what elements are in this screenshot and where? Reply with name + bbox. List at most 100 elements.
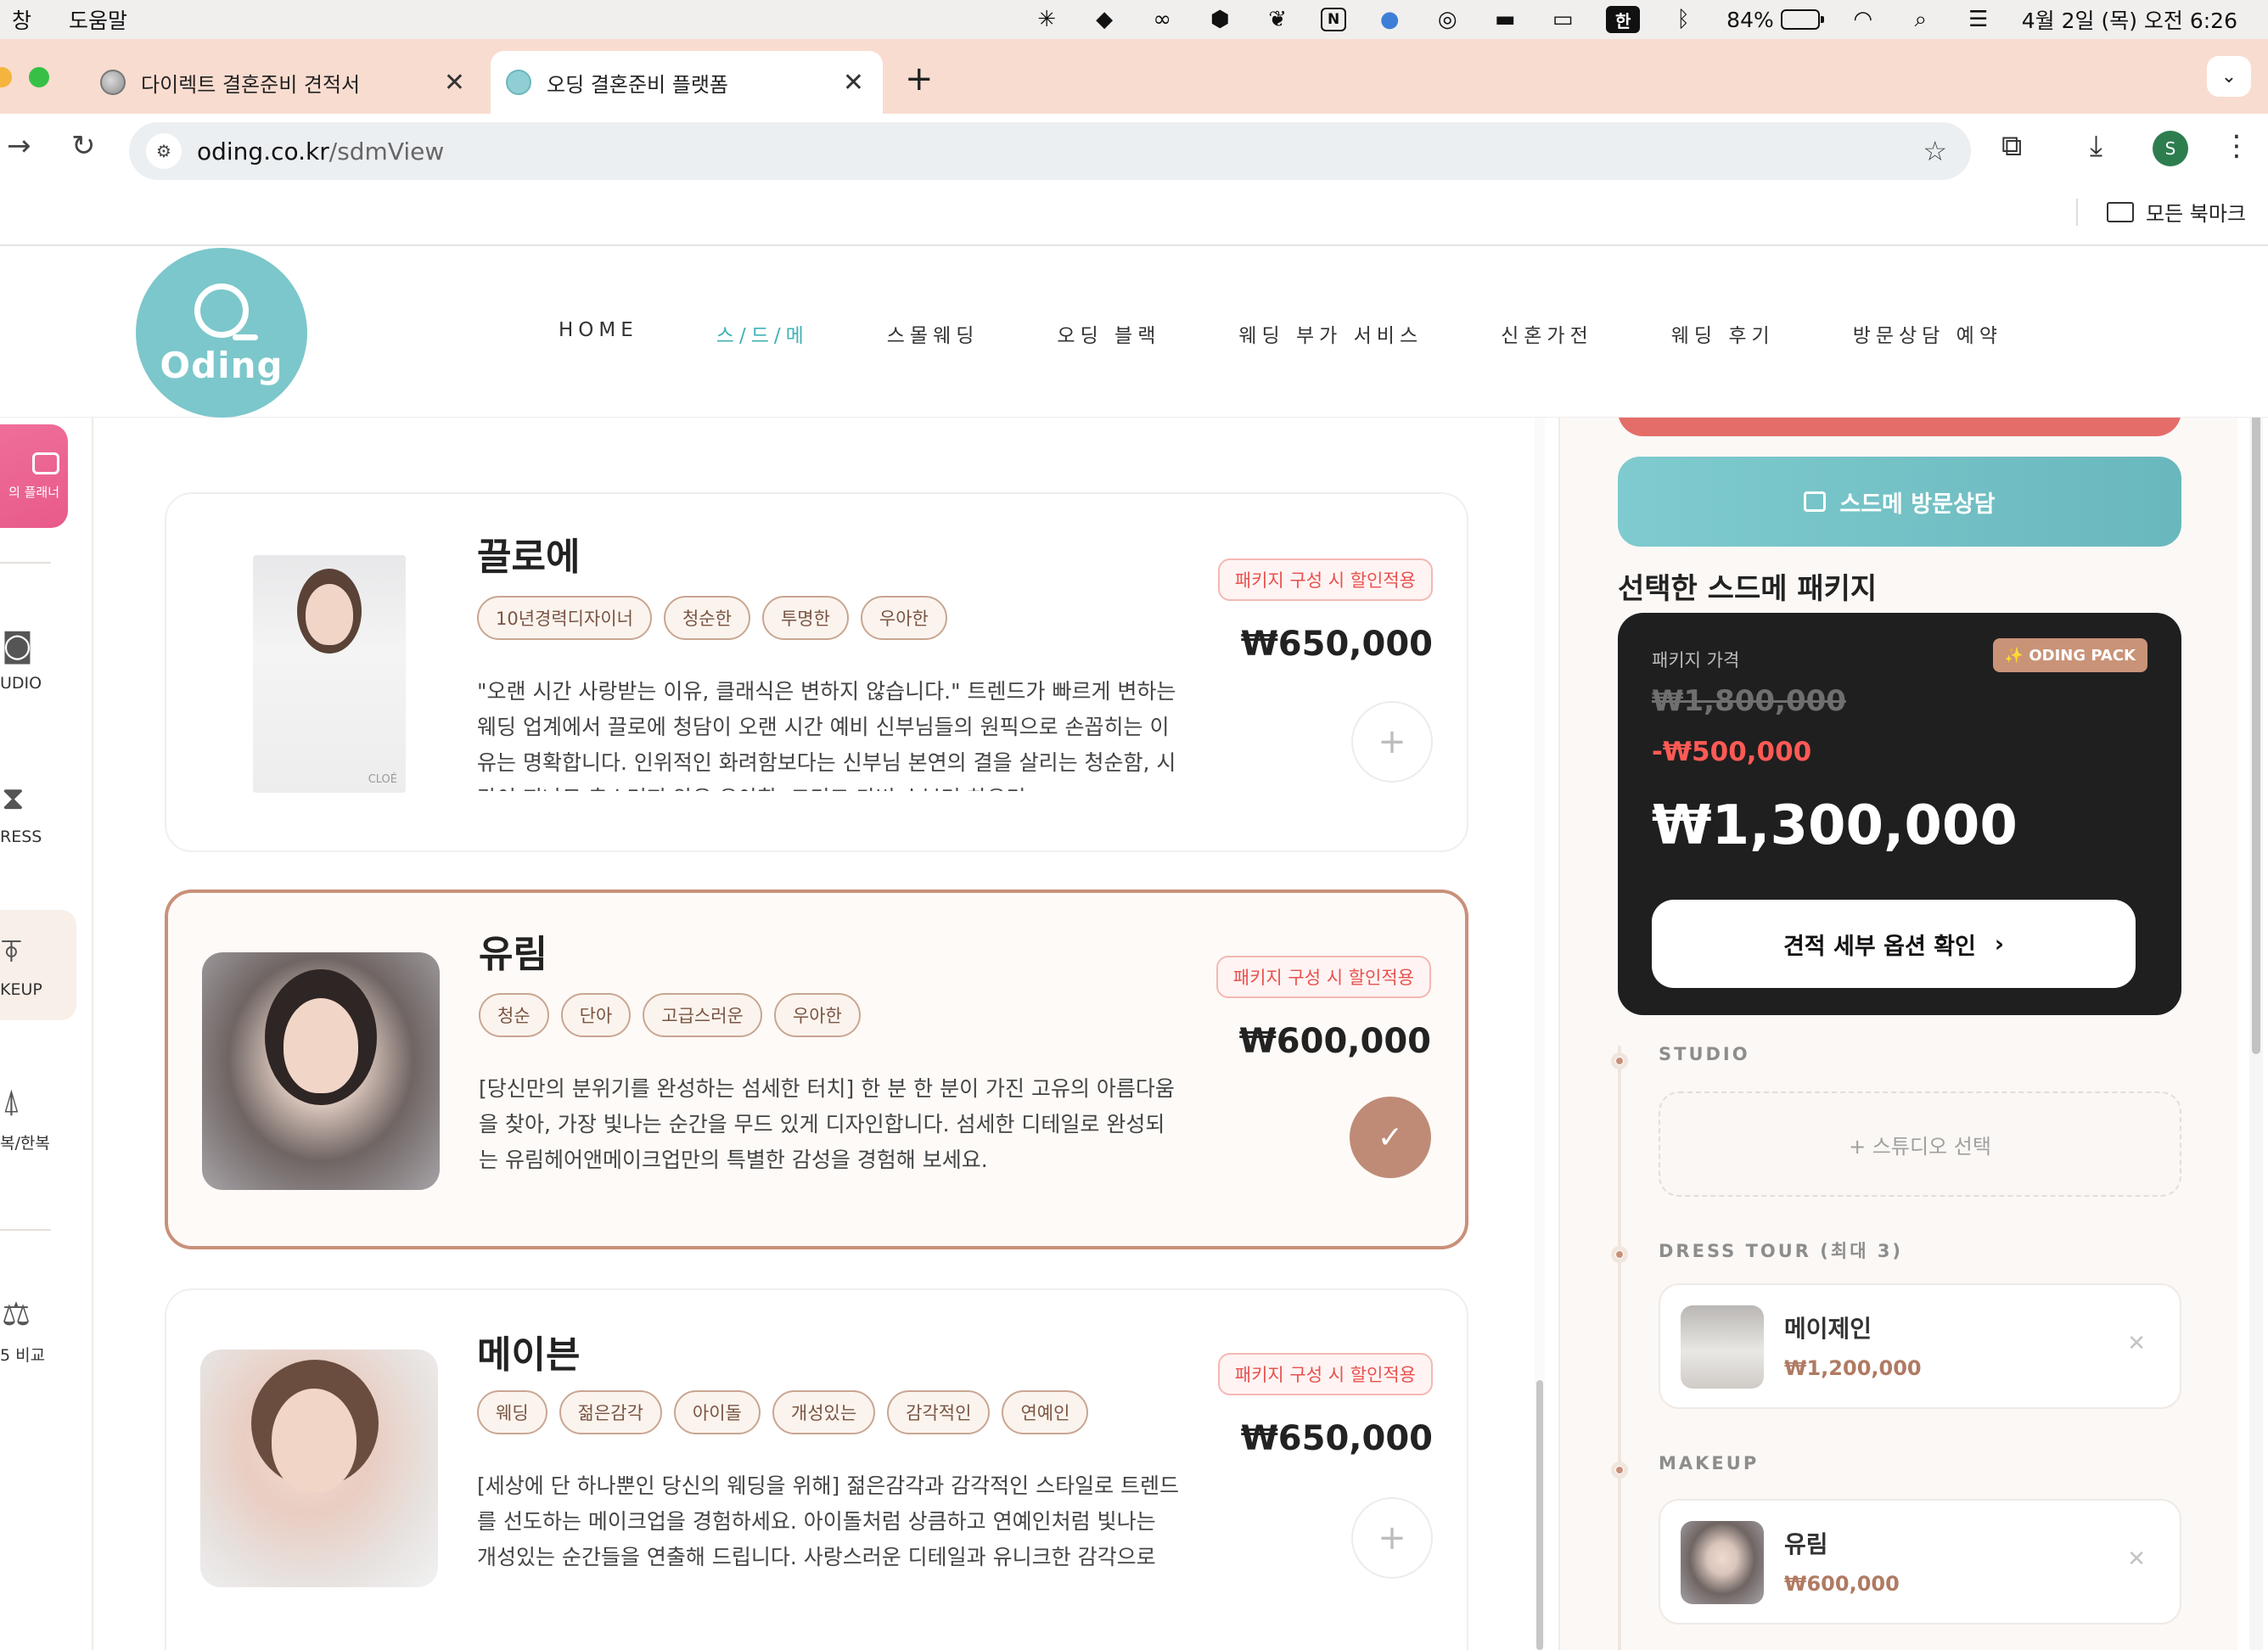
rail-item-studio[interactable]: ◙ UDIO <box>0 604 76 715</box>
selected-dress-item[interactable]: 메이제인 ₩1,200,000 ✕ <box>1659 1283 2181 1409</box>
nav-home[interactable]: HOME <box>559 319 638 348</box>
plus-icon: + <box>1378 722 1406 761</box>
nav-visit-booking[interactable]: 방문상담 예약 <box>1853 319 2002 348</box>
nav-oding-black[interactable]: 오딩 블랙 <box>1057 319 1160 348</box>
page-scrollbar[interactable] <box>2249 333 2263 1650</box>
discount-badge: 패키지 구성 시 할인적용 <box>1217 558 1433 601</box>
makeup-thumbnail <box>1681 1521 1764 1604</box>
nav-wedding-services[interactable]: 웨딩 부가 서비스 <box>1238 319 1423 348</box>
rail-item-dress[interactable]: ⧗ RESS <box>0 757 76 867</box>
profile-avatar[interactable]: S <box>2153 131 2188 166</box>
url-host: oding.co.kr <box>197 137 329 166</box>
rail-item-makeup[interactable]: ⍕ KEUP <box>0 910 76 1020</box>
add-to-package-button[interactable]: + <box>1351 1497 1433 1579</box>
display-icon[interactable]: ▭ <box>1548 7 1577 32</box>
window-zoom-button[interactable] <box>29 67 49 87</box>
macos-menubar: 창 도움말 ✳ ◆ ∞ ⬢ ❦ N ● ◎ ▬ ▭ 한 ᛒ 84% ◠ ⌕ ☰ … <box>0 0 2268 39</box>
rail-item-compare[interactable]: ⚖ 5 비교 <box>0 1275 76 1385</box>
scale-icon: ⚖ <box>2 1294 31 1333</box>
planner-chat-button[interactable]: 의 플래너 <box>0 424 68 528</box>
total-price: ₩1,300,000 <box>1652 794 2018 857</box>
notion-icon[interactable]: N <box>1321 8 1347 31</box>
discount-badge: 패키지 구성 시 할인적용 <box>1215 956 1431 998</box>
bookmark-separator <box>2076 199 2078 226</box>
nav-small-wedding[interactable]: 스몰웨딩 <box>887 319 980 348</box>
clock[interactable]: 4월 2일 (목) 오전 6:26 <box>2022 4 2237 35</box>
add-to-package-button[interactable]: + <box>1351 701 1433 783</box>
product-price: ₩650,000 <box>1240 625 1433 664</box>
close-icon[interactable]: ✕ <box>843 68 864 98</box>
tab-oding[interactable]: 오딩 결혼준비 플랫폼 ✕ <box>491 51 883 114</box>
browser-toolbar: → ↻ ⚙ oding.co.kr/sdmView ☆ ⧉ ⤓ S ⋮ <box>0 114 2268 185</box>
download-icon[interactable]: ⤓ <box>2090 129 2102 163</box>
studio-select-button[interactable]: + 스튜디오 선택 <box>1659 1092 2181 1197</box>
list-scrollbar[interactable] <box>1535 418 1545 1650</box>
close-icon[interactable]: ✕ <box>444 68 465 98</box>
product-card-mayeven[interactable]: 메이븐 웨딩 젊은감각 아이돌 개성있는 감각적인 연예인 [세상에 단 하나뿐… <box>165 1288 1468 1650</box>
selected-makeup-item[interactable]: 유림 ₩600,000 ✕ <box>1659 1499 2181 1625</box>
rail-item-hanbok[interactable]: ⍋ 복/한복 <box>0 1063 76 1173</box>
site-settings-icon[interactable]: ⚙ <box>146 133 182 169</box>
forward-button[interactable]: → <box>7 129 31 163</box>
page-scrollbar-thumb[interactable] <box>2252 341 2260 1054</box>
product-price: ₩650,000 <box>1240 1419 1433 1458</box>
product-card-cloe[interactable]: CLOÉ 끌로에 10년경력디자이너 청순한 투명한 우아한 "오랜 시간 사랑… <box>165 492 1468 852</box>
estimate-detail-button[interactable]: 견적 세부 옵션 확인 › <box>1652 900 2136 988</box>
remove-icon[interactable]: ✕ <box>2127 1546 2146 1572</box>
tab-search-button[interactable]: ⌄ <box>2207 56 2251 97</box>
perplexity-icon[interactable]: ✳ <box>1032 7 1061 32</box>
creative-cloud-icon[interactable]: ∞ <box>1148 7 1176 32</box>
tag: 우아한 <box>773 993 861 1037</box>
tag: 10년경력디자이너 <box>477 596 652 640</box>
tag: 웨딩 <box>477 1390 547 1434</box>
bookmarks-bar: 모든 북마크 <box>0 185 2268 246</box>
tag-list: 10년경력디자이너 청순한 투명한 우아한 <box>477 596 947 640</box>
bed-icon[interactable]: ▬ <box>1490 7 1519 32</box>
airdrop-icon[interactable]: ◎ <box>1433 7 1462 32</box>
bookmark-star-icon[interactable]: ☆ <box>1923 135 1947 167</box>
tab-direct-estimate[interactable]: 다이렉트 결혼준비 견적서 ✕ <box>85 51 484 114</box>
remove-icon[interactable]: ✕ <box>2127 1331 2146 1356</box>
nav-appliances[interactable]: 신혼가전 <box>1501 319 1593 348</box>
tag: 개성있는 <box>772 1390 876 1434</box>
nav-sdm[interactable]: 스/드/메 <box>716 319 809 348</box>
face-shape <box>306 584 353 645</box>
package-price-card: 패키지 가격 ✨ ODING PACK ₩1,800,000 -₩500,000… <box>1618 613 2181 1015</box>
battery-status[interactable]: 84% <box>1726 8 1824 32</box>
makeup-name: 유림 <box>1784 1530 1828 1558</box>
new-tab-button[interactable]: + <box>905 59 934 98</box>
app-icon[interactable]: ❦ <box>1263 7 1292 32</box>
input-source-icon[interactable]: 한 <box>1606 6 1641 33</box>
menu-window[interactable]: 창 <box>12 4 31 35</box>
more-menu-icon[interactable]: ⋮ <box>2222 129 2251 163</box>
discount-amount: -₩500,000 <box>1652 737 1812 767</box>
wifi-icon[interactable]: ◠ <box>1849 7 1878 32</box>
app-icon[interactable]: ⬢ <box>1205 7 1234 32</box>
control-center-icon[interactable]: ☰ <box>1964 7 1993 32</box>
tag: 연예인 <box>1002 1390 1089 1434</box>
oding-pack-badge: ✨ ODING PACK <box>1992 638 2147 672</box>
bluetooth-icon[interactable]: ᛒ <box>1669 7 1698 32</box>
product-card-yurim[interactable]: 유림 청순 단아 고급스러운 우아한 [당신만의 분위기를 완성하는 섬세한 터… <box>165 890 1468 1249</box>
extensions-icon[interactable]: ⧉ <box>2001 129 2022 163</box>
all-bookmarks-button[interactable]: 모든 북마크 <box>2107 197 2246 227</box>
selected-check-button[interactable]: ✓ <box>1350 1097 1431 1178</box>
oding-logo[interactable]: Oding <box>136 248 307 418</box>
timeline-dot <box>1611 1462 1628 1479</box>
main-navigation: HOME 스/드/메 스몰웨딩 오딩 블랙 웨딩 부가 서비스 신혼가전 웨딩 … <box>559 319 2080 348</box>
window-minimize-button[interactable] <box>0 67 12 87</box>
nav-reviews[interactable]: 웨딩 후기 <box>1671 319 1775 348</box>
app-icon[interactable]: ● <box>1375 7 1404 32</box>
url-path: /sdmView <box>328 137 445 166</box>
dress-name: 메이제인 <box>1784 1315 1872 1343</box>
app-icon[interactable]: ◆ <box>1090 7 1119 32</box>
logo-mark-icon <box>194 283 258 340</box>
address-bar[interactable]: ⚙ oding.co.kr/sdmView ☆ <box>129 122 1971 180</box>
rail-divider <box>0 562 51 564</box>
menu-help[interactable]: 도움말 <box>69 4 127 35</box>
list-scrollbar-thumb[interactable] <box>1536 1380 1543 1650</box>
search-icon[interactable]: ⌕ <box>1906 7 1935 32</box>
dress-icon: ⧗ <box>2 778 25 817</box>
sdm-consult-button[interactable]: 스드메 방문상담 <box>1618 457 2181 547</box>
reload-button[interactable]: ↻ <box>71 129 96 163</box>
